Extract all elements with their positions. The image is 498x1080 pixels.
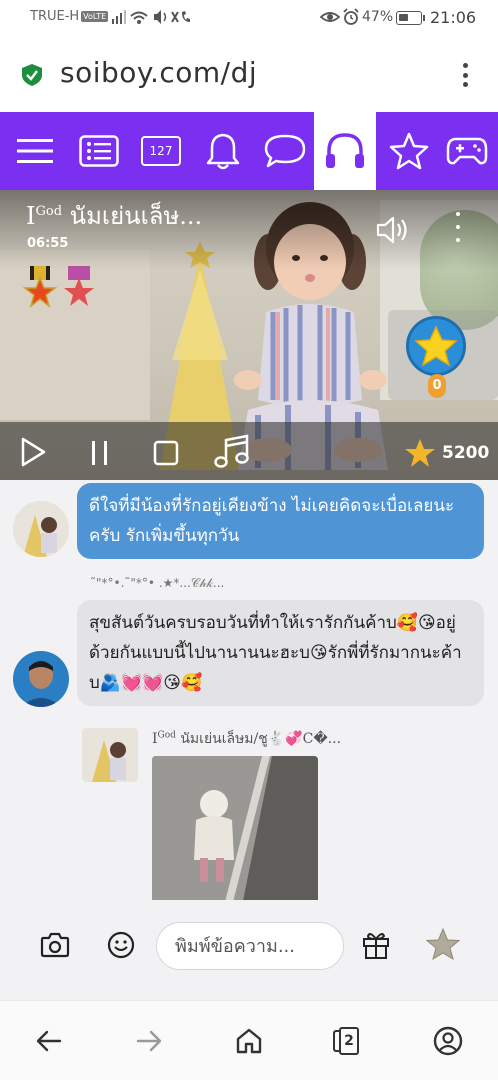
bell-icon[interactable] — [190, 112, 256, 190]
battery-percent: 47% — [362, 9, 394, 25]
arrow-right-icon[interactable] — [129, 1021, 169, 1061]
top-nav: 127 — [0, 112, 498, 190]
star-badge-icon[interactable] — [406, 316, 466, 376]
arrow-left-icon[interactable] — [29, 1021, 69, 1061]
account-icon[interactable] — [428, 1021, 468, 1061]
chat-area[interactable]: ดีใจที่มีน้องที่รักอยู่เคียงข้าง ไม่เคยค… — [0, 480, 498, 900]
message-field[interactable] — [156, 922, 344, 970]
status-bar: TRUE-H VoLTE 47% 21:06 — [0, 0, 498, 36]
kebab-menu-icon[interactable] — [455, 60, 475, 90]
avatar[interactable] — [82, 728, 138, 782]
volume-icon[interactable] — [376, 216, 410, 248]
video-player[interactable]: IGod นัมเย่นเล็ษ... 06:55 0 5200 — [0, 190, 498, 480]
list-icon[interactable] — [66, 112, 132, 190]
avatar[interactable] — [13, 651, 69, 707]
score-star-icon — [404, 438, 436, 472]
avatar[interactable] — [13, 501, 69, 557]
home-icon[interactable] — [229, 1021, 269, 1061]
message-bubble: ดีใจที่มีน้องที่รักอยู่เคียงข้าง ไม่เคยค… — [77, 483, 484, 559]
hamburger-menu-icon[interactable] — [2, 112, 68, 190]
tabs-icon[interactable]: 2 — [328, 1021, 368, 1061]
signal-icons — [112, 8, 192, 30]
counter-badge-icon[interactable]: 127 — [128, 112, 194, 190]
gift-icon[interactable] — [362, 930, 390, 964]
play-icon[interactable] — [20, 437, 46, 471]
browser-url-bar: soiboy.com/dj — [0, 36, 498, 112]
gamepad-icon[interactable] — [434, 112, 498, 190]
battery-icon — [396, 11, 422, 25]
message-input-bar — [0, 900, 498, 1000]
url-text[interactable]: soiboy.com/dj — [60, 56, 257, 89]
message-sender: IGod นัมเย่นเล็ษม/ชู🐇💞C�... — [152, 730, 342, 747]
headphones-icon[interactable] — [314, 112, 376, 190]
clock: 21:06 — [430, 8, 477, 27]
player-menu-icon[interactable] — [452, 212, 464, 242]
player-title: IGod นัมเย่นเล็ษ... — [26, 202, 203, 230]
score-value: 5200 — [442, 443, 490, 463]
medals-icon — [22, 266, 94, 308]
pause-icon[interactable] — [90, 440, 110, 470]
counter-badge: 127 — [141, 136, 181, 166]
message-input[interactable] — [157, 923, 343, 969]
volte-badge: VoLTE — [81, 11, 109, 22]
message-bubble: สุขสันต์วันครบรอบวันที่ทำให้เรารักกันค้า… — [77, 600, 484, 706]
eye-icon — [319, 9, 341, 29]
player-time: 06:55 — [27, 236, 69, 251]
tabs-count: 2 — [339, 1027, 359, 1055]
alarm-icon — [342, 8, 360, 30]
message-sender: ˜"*°•.˜"*°• .★*...𝒞𝒽𝓀... — [90, 576, 225, 590]
stop-icon[interactable] — [153, 440, 179, 470]
shield-check-icon[interactable] — [22, 64, 42, 86]
star-outline-icon[interactable] — [376, 112, 442, 190]
chat-bubble-icon[interactable] — [252, 112, 318, 190]
camera-icon[interactable] — [40, 932, 70, 962]
star-icon[interactable] — [425, 927, 461, 964]
signal-wifi-icons — [112, 10, 190, 24]
star-badge-count: 0 — [428, 374, 446, 398]
carrier-label: TRUE-H VoLTE — [30, 9, 109, 24]
browser-bottom-nav: 2 — [0, 1000, 498, 1080]
music-note-icon[interactable] — [214, 434, 250, 474]
smiley-icon[interactable] — [107, 931, 135, 963]
message-image[interactable] — [152, 756, 318, 900]
